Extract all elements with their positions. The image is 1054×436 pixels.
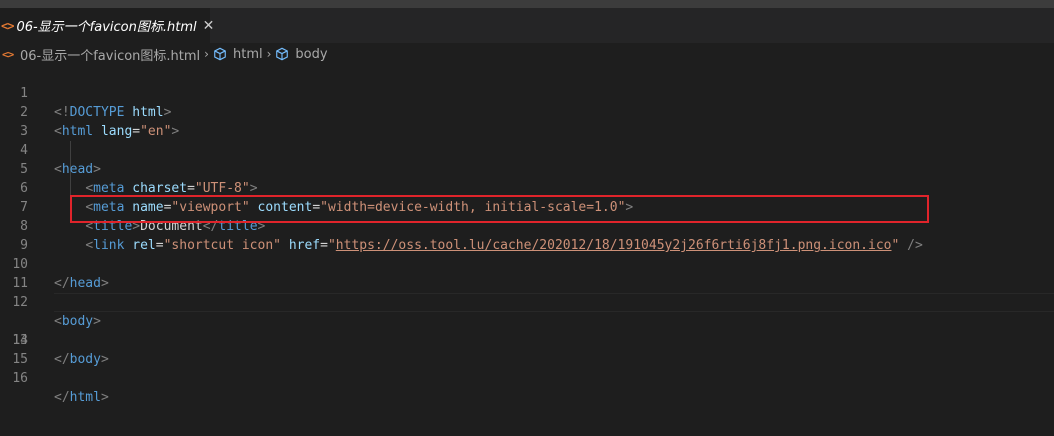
breadcrumb-html-label: html: [232, 46, 263, 62]
code-line[interactable]: 4 <head>: [0, 122, 1054, 177]
code-text: </html>: [54, 390, 109, 405]
breadcrumb-separator-icon: ›: [204, 47, 209, 61]
breadcrumb-html[interactable]: html: [213, 47, 263, 62]
vscode-window: <> 06-显示一个favicon图标.html ✕ <> 06-显示一个fav…: [0, 0, 1054, 436]
code-editor[interactable]: 1 <!DOCTYPE html> 2 <html lang="en"> 3 4…: [0, 65, 1054, 436]
breadcrumb-file[interactable]: 06-显示一个favicon图标.html: [20, 45, 200, 64]
breadcrumb: <> 06-显示一个favicon图标.html › html › body: [0, 43, 1054, 65]
close-icon[interactable]: ✕: [203, 18, 215, 34]
code-line[interactable]: 5 <meta charset="UTF-8">: [0, 141, 1054, 196]
title-bar: [0, 0, 1054, 8]
tab-active-file[interactable]: <> 06-显示一个favicon图标.html ✕: [0, 8, 214, 43]
code-line[interactable]: 3: [0, 103, 1054, 139]
code-line[interactable]: 1 <!DOCTYPE html>: [0, 65, 1054, 120]
code-line[interactable]: 14 </body>: [0, 312, 1054, 367]
code-line[interactable]: 12 <body>: [0, 274, 1054, 329]
html-file-icon: <>: [2, 47, 14, 61]
breadcrumb-separator-icon: ›: [266, 47, 272, 61]
current-line-highlight: [54, 293, 1054, 312]
code-line[interactable]: 2 <html lang="en">: [0, 84, 1054, 139]
code-line[interactable]: 11: [0, 255, 1054, 291]
tab-bar: <> 06-显示一个favicon图标.html ✕: [0, 8, 1054, 43]
annotation-highlight-box: [70, 195, 929, 223]
line-number: 16: [12, 371, 28, 386]
symbol-cube-icon: [214, 47, 226, 61]
code-line[interactable]: 15: [0, 331, 1054, 367]
tab-label: 06-显示一个favicon图标.html: [16, 20, 197, 35]
code-line[interactable]: 10 </head>: [0, 236, 1054, 291]
code-line[interactable]: 16 </html>: [0, 350, 1054, 405]
breadcrumb-body[interactable]: body: [275, 46, 328, 62]
symbol-cube-icon: [276, 47, 289, 61]
breadcrumb-body-label: body: [295, 46, 328, 62]
code-line-current[interactable]: 13: [0, 293, 1054, 348]
code-line[interactable]: 6 <meta name="viewport" content="width=d…: [0, 160, 1054, 215]
html-file-icon: <>: [1, 18, 14, 33]
